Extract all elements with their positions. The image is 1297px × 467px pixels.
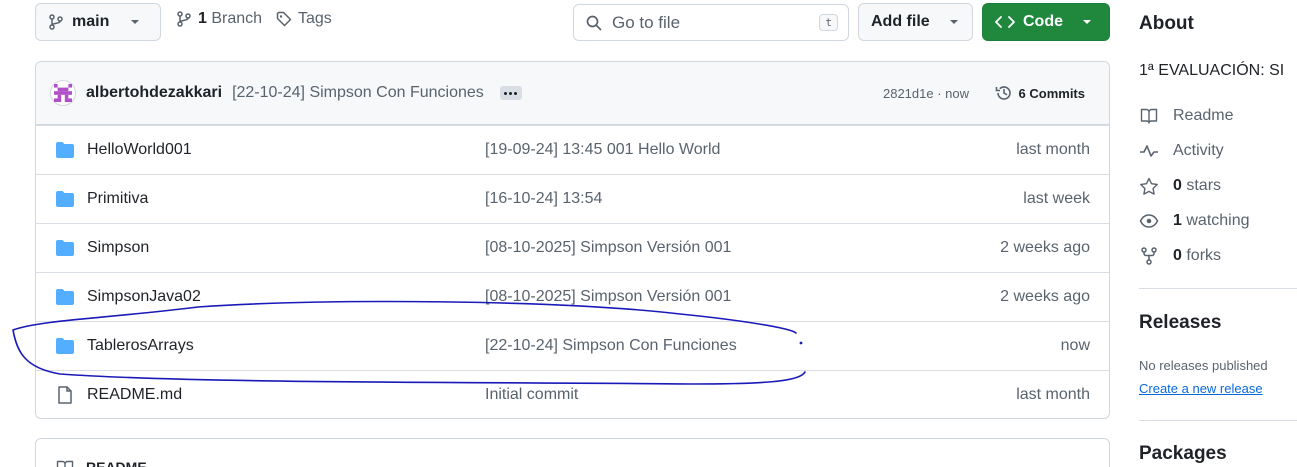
stars-count: 0 (1173, 177, 1182, 194)
code-icon (995, 16, 1015, 28)
table-row[interactable]: README.md Initial commit last month (36, 370, 1109, 418)
table-row[interactable]: Primitiva [16-10-24] 13:54 last week (36, 174, 1109, 223)
repo-description: 1ª EVALUACIÓN: SI (1139, 62, 1285, 79)
branches-label: Branch (211, 10, 263, 27)
book-icon (56, 460, 74, 467)
search-placeholder: Go to file (612, 12, 681, 32)
file-commit-message[interactable]: [08-10-2025] Simpson Versión 001 (485, 239, 731, 257)
create-release-link[interactable]: Create a new release (1139, 381, 1263, 396)
forks-count: 0 (1173, 247, 1182, 264)
add-file-button[interactable]: Add file (858, 3, 973, 41)
watchers-link[interactable]: 1 watching (1139, 212, 1250, 230)
forks-link[interactable]: 0 forks (1139, 247, 1221, 265)
file-name[interactable]: Primitiva (87, 190, 148, 208)
file-commit-message[interactable]: Initial commit (485, 386, 578, 404)
file-commit-message[interactable]: [22-10-24] Simpson Con Funciones (485, 337, 737, 355)
table-row[interactable]: TablerosArrays [22-10-24] Simpson Con Fu… (36, 321, 1109, 370)
star-icon (1140, 177, 1158, 195)
folder-icon (56, 289, 74, 305)
pulse-icon (1140, 145, 1158, 157)
file-name[interactable]: HelloWorld001 (87, 141, 192, 159)
branch-icon (49, 14, 63, 30)
file-commit-message[interactable]: [08-10-2025] Simpson Versión 001 (485, 288, 731, 306)
folder-icon (56, 240, 74, 256)
activity-link[interactable]: Activity (1139, 142, 1224, 160)
file-age: 2 weeks ago (1000, 288, 1090, 305)
eye-icon (1139, 214, 1159, 228)
expand-commit-button[interactable] (499, 86, 522, 100)
file-commit-message[interactable]: [16-10-24] 13:54 (485, 190, 602, 208)
file-name[interactable]: README.md (87, 386, 182, 404)
readme-label: Readme (1173, 107, 1234, 124)
divider (1139, 288, 1297, 289)
readme-panel: README (35, 438, 1110, 467)
file-age: last month (1016, 386, 1090, 403)
folder-icon (56, 191, 74, 207)
identicon-icon (54, 84, 72, 102)
file-browser: albertohdezakkari [22-10-24] Simpson Con… (35, 61, 1110, 419)
file-name[interactable]: Simpson (87, 239, 149, 257)
code-button[interactable]: Code (982, 3, 1110, 41)
tags-link[interactable]: Tags (276, 10, 332, 28)
readme-tab[interactable]: README (86, 459, 147, 467)
branch-selector-button[interactable]: main (35, 3, 161, 41)
file-name[interactable]: SimpsonJava02 (87, 288, 201, 306)
file-name[interactable]: TablerosArrays (87, 337, 194, 355)
chevron-down-icon (949, 20, 958, 24)
watching-count: 1 (1173, 212, 1182, 229)
file-age: 2 weeks ago (1000, 239, 1090, 256)
activity-label: Activity (1173, 142, 1224, 159)
latest-commit-bar: albertohdezakkari [22-10-24] Simpson Con… (36, 62, 1109, 125)
folder-icon (56, 338, 74, 354)
no-releases-text: No releases published (1139, 358, 1268, 373)
file-age: last week (1023, 190, 1090, 207)
avatar[interactable] (50, 80, 76, 106)
folder-icon (56, 142, 74, 158)
chevron-down-icon (131, 20, 140, 24)
about-heading: About (1139, 13, 1194, 34)
shortcut-hint: t (819, 14, 838, 31)
watching-label: watching (1186, 212, 1250, 229)
fork-icon (1141, 247, 1157, 265)
packages-heading[interactable]: Packages (1139, 443, 1227, 465)
add-file-label: Add file (871, 13, 930, 30)
table-row[interactable]: HelloWorld001 [19-09-24] 13:45 001 Hello… (36, 125, 1109, 174)
stars-link[interactable]: 0 stars (1139, 177, 1221, 195)
book-icon (1140, 108, 1158, 124)
tag-icon (276, 11, 292, 27)
tags-label: Tags (298, 10, 332, 27)
table-row[interactable]: SimpsonJava02 [08-10-2025] Simpson Versi… (36, 272, 1109, 321)
go-to-file-input[interactable]: Go to file t (573, 4, 849, 41)
search-icon (586, 15, 602, 30)
commit-message[interactable]: [22-10-24] Simpson Con Funciones (232, 84, 484, 102)
table-row[interactable]: Simpson [08-10-2025] Simpson Versión 001… (36, 223, 1109, 272)
stars-label: stars (1186, 177, 1222, 194)
branches-link[interactable]: 1 Branch (176, 10, 262, 28)
branch-icon (177, 11, 191, 27)
chevron-down-icon (1083, 20, 1091, 24)
branches-count: 1 (198, 10, 207, 27)
about-sidebar: About 1ª EVALUACIÓN: SI Readme Activity … (1139, 0, 1297, 467)
branch-name: main (72, 13, 110, 30)
code-label: Code (1023, 13, 1063, 30)
commits-label: 6 Commits (1018, 85, 1085, 101)
file-icon (58, 386, 72, 404)
file-age: now (1060, 337, 1090, 354)
file-commit-message[interactable]: [19-09-24] 13:45 001 Hello World (485, 141, 720, 159)
readme-link[interactable]: Readme (1139, 107, 1233, 125)
history-icon (995, 86, 1011, 100)
forks-label: forks (1186, 247, 1222, 264)
commits-history-link[interactable]: 6 Commits (995, 84, 1085, 102)
divider (1139, 420, 1297, 421)
releases-heading[interactable]: Releases (1139, 312, 1221, 334)
file-age: last month (1016, 141, 1090, 158)
commit-sha[interactable]: 2821d1e · now (883, 86, 969, 101)
commit-author[interactable]: albertohdezakkari (86, 84, 222, 102)
